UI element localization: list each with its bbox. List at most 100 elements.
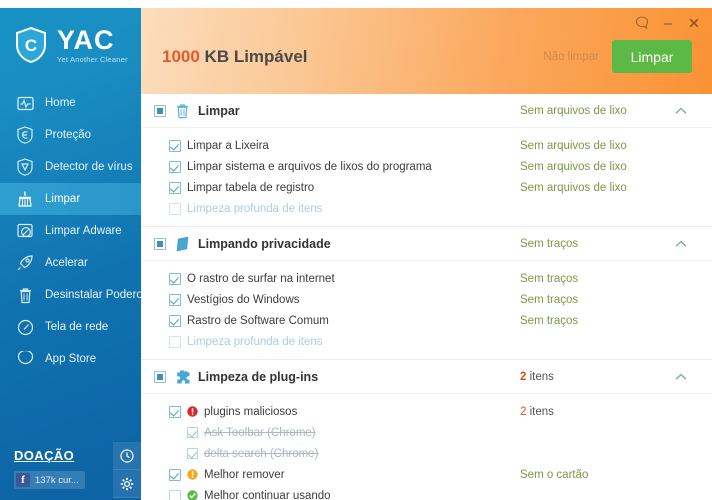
yac-window: C YAC Yet Another Cleaner Home Proteção [0, 0, 712, 500]
list-item[interactable]: Limpar tabela de registro Sem arquivos d… [141, 177, 712, 198]
eraser-icon [174, 235, 191, 252]
sidebar-item-acelerar[interactable]: Acelerar [0, 247, 141, 279]
list-item[interactable]: Ask Toolbar (Chrome) [141, 422, 712, 443]
row-label: Ask Toolbar (Chrome) [204, 426, 316, 439]
main-panel: 1000 KB Limpável Não limpar Limpar Limpa… [141, 8, 712, 500]
shield-c-icon: C [14, 26, 48, 64]
row-label: O rastro de surfar na internet [187, 272, 335, 285]
app-logo: C YAC Yet Another Cleaner [0, 8, 141, 66]
row-checkbox[interactable] [169, 272, 181, 285]
puzzle-icon [174, 368, 191, 385]
sidebar-tools [113, 442, 141, 498]
donation-link[interactable]: DOAÇÃO [0, 448, 74, 463]
sidebar-item-home[interactable]: Home [0, 87, 141, 119]
section-checkbox[interactable] [154, 104, 166, 117]
sidebar-item-limpar-adware[interactable]: Limpar Adware [0, 215, 141, 247]
section-checkbox[interactable] [154, 237, 166, 250]
chevron-up-icon[interactable] [670, 373, 692, 381]
row-checkbox[interactable] [187, 448, 198, 459]
row-checkbox[interactable] [169, 314, 181, 327]
row-checkbox[interactable] [187, 427, 198, 438]
list-item[interactable]: Limpar a Lixeira Sem arquivos de lixo [141, 135, 712, 156]
list-item[interactable]: Melhor continuar usando [141, 485, 712, 500]
gear-icon[interactable] [113, 470, 141, 498]
row-status: Sem arquivos de lixo [520, 139, 627, 152]
row-checkbox[interactable] [169, 489, 181, 500]
sidebar: C YAC Yet Another Cleaner Home Proteção [0, 8, 141, 500]
page-title: 1000 KB Limpável [162, 47, 308, 67]
list-item[interactable]: Vestígios do Windows Sem traços [141, 289, 712, 310]
facebook-follower-count: 137k cur... [35, 474, 79, 486]
section-limpar: Limpar Sem arquivos de lixo Limpar a Lix… [141, 94, 712, 227]
row-checkbox[interactable] [169, 405, 181, 418]
facebook-badge[interactable]: f 137k cur... [14, 471, 85, 489]
section-privacidade: Limpando privacidade Sem traços O rastro… [141, 227, 712, 360]
row-status: Sem traços [520, 314, 579, 327]
skip-clean-link[interactable]: Não limpar [543, 51, 599, 63]
clean-button[interactable]: Limpar [612, 40, 692, 73]
row-checkbox[interactable] [169, 181, 181, 194]
pulse-monitor-icon [15, 93, 35, 113]
smile-icon [15, 349, 35, 369]
sidebar-item-label: Acelerar [45, 257, 88, 269]
row-label: Limpar tabela de registro [187, 181, 315, 194]
severity-ok-icon [186, 490, 198, 500]
list-item[interactable]: Limpeza profunda de itens [141, 331, 712, 352]
sidebar-item-app-store[interactable]: App Store [0, 343, 141, 375]
gauge-icon [15, 317, 35, 337]
broom-icon [15, 189, 35, 209]
row-status: Sem arquivos de lixo [520, 160, 627, 173]
shield-e-icon [15, 125, 35, 145]
sidebar-item-label: Detector de vírus [45, 161, 133, 173]
sidebar-item-detector-virus[interactable]: Detector de vírus [0, 151, 141, 183]
chevron-up-icon[interactable] [670, 240, 692, 248]
header-content: 1000 KB Limpável Não limpar Limpar [141, 40, 712, 73]
cleanable-size-value: 1000 [162, 46, 200, 66]
close-icon[interactable] [682, 13, 706, 33]
row-checkbox[interactable] [169, 335, 181, 348]
row-checkbox[interactable] [169, 139, 181, 152]
section-title: Limpar [198, 103, 240, 118]
header-bar: 1000 KB Limpável Não limpar Limpar [141, 8, 712, 94]
logo-title: YAC [57, 24, 115, 55]
section-status: Sem arquivos de lixo [520, 104, 627, 117]
trash-bin-icon [174, 102, 191, 119]
sidebar-item-protecao[interactable]: Proteção [0, 119, 141, 151]
row-label: Limpar sistema e arquivos de lixos do pr… [187, 160, 432, 173]
chevron-up-icon[interactable] [670, 107, 692, 115]
section-title: Limpeza de plug-ins [198, 369, 319, 384]
section-header[interactable]: Limpeza de plug-ins 2 itens [141, 360, 712, 394]
feedback-icon[interactable] [630, 13, 654, 33]
svg-text:C: C [25, 36, 37, 55]
minimize-icon[interactable] [656, 13, 680, 33]
row-status-unit: itens [529, 405, 554, 418]
sidebar-item-label: Limpar Adware [45, 225, 122, 237]
row-checkbox[interactable] [169, 160, 181, 173]
severity-critical-icon [186, 406, 198, 418]
row-checkbox[interactable] [169, 202, 181, 215]
section-checkbox[interactable] [154, 370, 166, 383]
history-icon[interactable] [113, 442, 141, 470]
logo-subtitle: Yet Another Cleaner [57, 54, 128, 64]
section-header[interactable]: Limpando privacidade Sem traços [141, 227, 712, 261]
sidebar-item-label: Desinstalar Poderosa [45, 289, 141, 301]
list-item[interactable]: plugins maliciosos 2 itens [141, 401, 712, 422]
list-item[interactable]: Melhor remover Sem o cartão [141, 464, 712, 485]
row-checkbox[interactable] [169, 293, 181, 306]
sidebar-item-label: Tela de rede [45, 321, 109, 333]
list-item[interactable]: Rastro de Software Comum Sem traços [141, 310, 712, 331]
list-item[interactable]: O rastro de surfar na internet Sem traço… [141, 268, 712, 289]
list-item[interactable]: Limpeza profunda de itens [141, 198, 712, 219]
list-item[interactable]: delta search (Chrome) [141, 443, 712, 464]
row-checkbox[interactable] [169, 468, 181, 481]
list-item[interactable]: Limpar sistema e arquivos de lixos do pr… [141, 156, 712, 177]
cleanable-size-unit: KB Limpável [199, 46, 308, 66]
row-status-count: 2 [520, 405, 527, 418]
sidebar-item-desinstalar[interactable]: Desinstalar Poderosa [0, 279, 141, 311]
sidebar-item-limpar[interactable]: Limpar [0, 183, 141, 215]
row-status: Sem o cartão [520, 468, 589, 481]
sidebar-item-tela-de-rede[interactable]: Tela de rede [0, 311, 141, 343]
row-label: Limpar a Lixeira [187, 139, 269, 152]
section-header[interactable]: Limpar Sem arquivos de lixo [141, 94, 712, 128]
